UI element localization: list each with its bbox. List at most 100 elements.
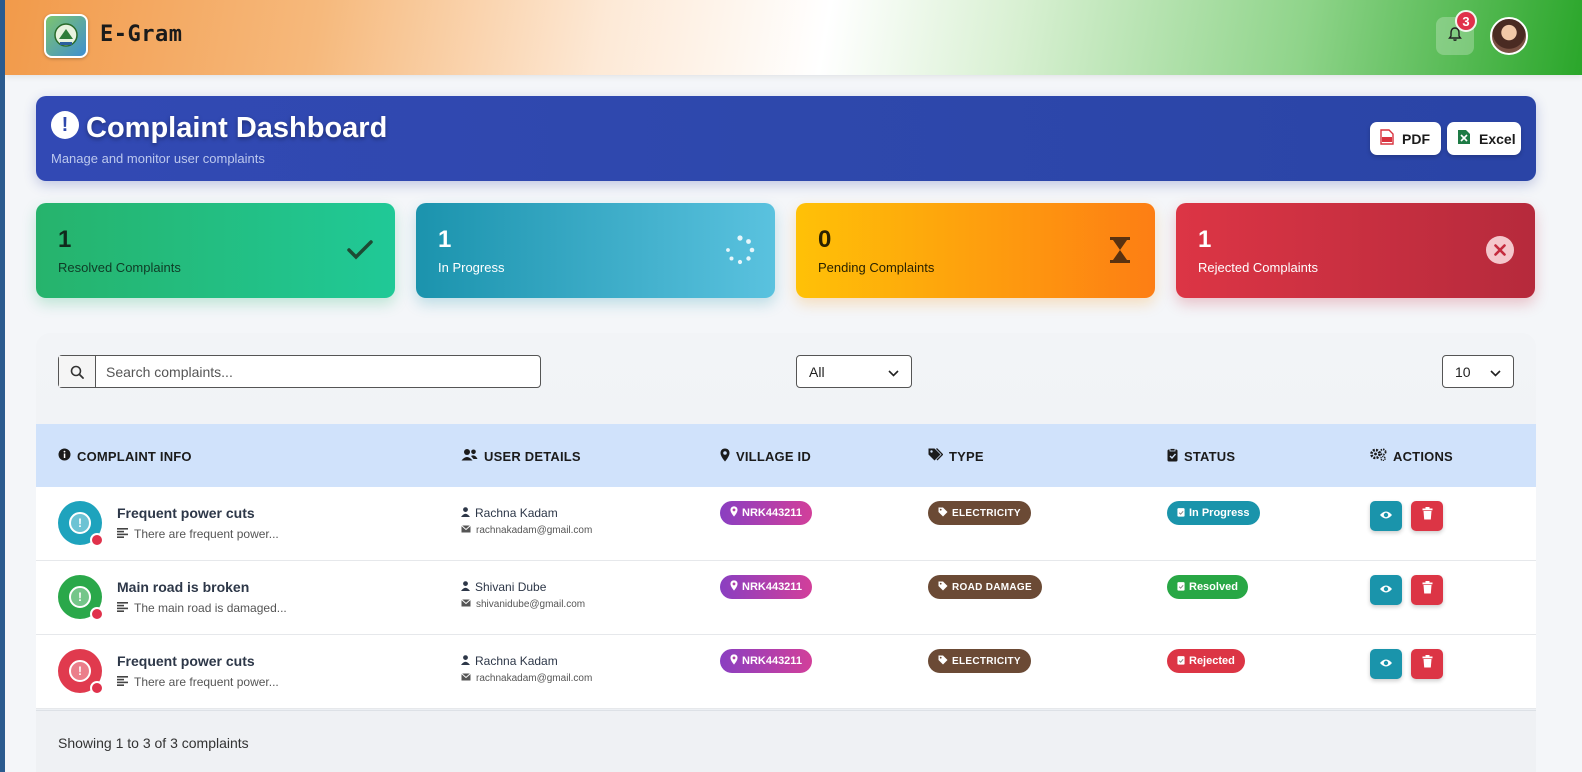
- user-avatar[interactable]: [1490, 17, 1528, 55]
- stat-card-resolved: 1 Resolved Complaints: [36, 203, 395, 298]
- map-marker-icon: [720, 448, 730, 465]
- type-text: ROAD DAMAGE: [952, 581, 1032, 593]
- unread-dot: [90, 607, 104, 621]
- eye-icon: [1379, 655, 1393, 673]
- export-excel-button[interactable]: Excel: [1447, 122, 1521, 155]
- delete-complaint-button[interactable]: [1411, 575, 1443, 605]
- exclamation-icon: !: [69, 660, 91, 682]
- delete-complaint-button[interactable]: [1411, 649, 1443, 679]
- delete-complaint-button[interactable]: [1411, 501, 1443, 531]
- export-pdf-button[interactable]: PDF: [1370, 122, 1441, 155]
- status-badge: Resolved: [1167, 575, 1248, 599]
- village-id-badge: NRK443211: [720, 501, 812, 525]
- status-badge: Rejected: [1167, 649, 1245, 673]
- egram-logo[interactable]: [44, 14, 88, 58]
- page-title: Complaint Dashboard: [86, 112, 388, 144]
- complaint-description: There are frequent power...: [117, 675, 279, 689]
- type-badge: ROAD DAMAGE: [928, 575, 1042, 599]
- trash-icon: [1422, 655, 1433, 673]
- stat-value: 1: [438, 226, 452, 253]
- status-filter-value: All: [809, 363, 825, 380]
- clipboard-check-icon: [1177, 581, 1185, 594]
- check-icon: [345, 235, 375, 265]
- notification-count-badge: 3: [1455, 10, 1477, 32]
- column-header-label: VILLAGE ID: [736, 449, 811, 464]
- map-marker-icon: [730, 654, 738, 668]
- chevron-down-icon: [888, 364, 899, 380]
- user-email: rachnakadam@gmail.com: [461, 673, 592, 684]
- user-icon: [461, 654, 470, 668]
- clipboard-check-icon: [1167, 448, 1178, 465]
- column-header-actions[interactable]: ACTIONS: [1370, 448, 1453, 464]
- village-id-text: NRK443211: [742, 581, 802, 593]
- column-header-user-details[interactable]: USER DETAILS: [461, 448, 581, 464]
- status-badge: In Progress: [1167, 501, 1260, 525]
- complaint-title[interactable]: Frequent power cuts: [117, 505, 255, 521]
- view-complaint-button[interactable]: [1370, 501, 1402, 531]
- envelope-icon: [461, 525, 471, 536]
- column-header-label: STATUS: [1184, 449, 1236, 464]
- type-text: ELECTRICITY: [952, 507, 1021, 519]
- per-page-select[interactable]: 10: [1442, 355, 1514, 388]
- users-icon: [461, 448, 478, 464]
- tag-icon: [938, 655, 948, 668]
- complaints-panel: All 10 COMPLAINT INFO USER DETAILS VILLA…: [36, 333, 1536, 772]
- complaint-title[interactable]: Frequent power cuts: [117, 653, 255, 669]
- stat-card-rejected: 1 Rejected Complaints: [1176, 203, 1535, 298]
- stat-value: 1: [1198, 226, 1212, 253]
- align-left-icon: [117, 601, 128, 615]
- search-input[interactable]: [96, 356, 540, 387]
- table-row[interactable]: ! Frequent power cuts There are frequent…: [36, 487, 1536, 561]
- page-subtitle: Manage and monitor user complaints: [51, 151, 265, 166]
- unread-dot: [90, 681, 104, 695]
- status-filter-select[interactable]: All: [796, 355, 912, 388]
- village-id-badge: NRK443211: [720, 649, 812, 673]
- column-header-label: USER DETAILS: [484, 448, 581, 464]
- view-complaint-button[interactable]: [1370, 649, 1402, 679]
- user-email-text: shivanidube@gmail.com: [476, 599, 586, 610]
- type-badge: ELECTRICITY: [928, 501, 1031, 525]
- map-marker-icon: [730, 580, 738, 594]
- table-row[interactable]: ! Main road is broken The main road is d…: [36, 561, 1536, 635]
- table-footer: Showing 1 to 3 of 3 complaints: [36, 710, 1536, 772]
- column-header-status[interactable]: STATUS: [1167, 448, 1235, 465]
- table-row[interactable]: ! Frequent power cuts There are frequent…: [36, 635, 1536, 709]
- column-header-village-id[interactable]: VILLAGE ID: [720, 448, 811, 465]
- stat-value: 0: [818, 226, 832, 253]
- brand-name[interactable]: E-Gram: [100, 22, 182, 47]
- unread-dot: [90, 533, 104, 547]
- complaint-avatar: !: [58, 649, 104, 695]
- clipboard-check-icon: [1177, 655, 1185, 668]
- complaint-description-text: The main road is damaged...: [134, 601, 287, 615]
- exclamation-icon: !: [69, 586, 91, 608]
- complaint-title[interactable]: Main road is broken: [117, 579, 249, 595]
- column-header-type[interactable]: TYPE: [928, 448, 984, 464]
- map-marker-icon: [730, 506, 738, 520]
- search-box: [58, 355, 541, 388]
- column-header-label: TYPE: [949, 448, 984, 464]
- user-name: Shivani Dube: [461, 580, 546, 594]
- envelope-icon: [461, 673, 471, 684]
- stat-label: Resolved Complaints: [58, 260, 181, 275]
- complaint-avatar: !: [58, 575, 104, 621]
- user-name-text: Rachna Kadam: [475, 654, 558, 668]
- user-icon: [461, 506, 470, 520]
- complaint-description: There are frequent power...: [117, 527, 279, 541]
- village-id-text: NRK443211: [742, 655, 802, 667]
- stat-label: In Progress: [438, 260, 505, 275]
- status-text: Rejected: [1189, 655, 1235, 667]
- stat-label: Pending Complaints: [818, 260, 935, 275]
- user-email-text: rachnakadam@gmail.com: [476, 525, 593, 536]
- align-left-icon: [117, 675, 128, 689]
- view-complaint-button[interactable]: [1370, 575, 1402, 605]
- user-icon: [461, 580, 470, 594]
- user-email: shivanidube@gmail.com: [461, 599, 585, 610]
- user-email-text: rachnakadam@gmail.com: [476, 673, 593, 684]
- eye-icon: [1379, 581, 1393, 599]
- trash-icon: [1422, 507, 1433, 525]
- dashboard-hero: ! Complaint Dashboard Manage and monitor…: [36, 96, 1536, 181]
- column-header-complaint-info[interactable]: COMPLAINT INFO: [58, 448, 192, 464]
- column-header-label: COMPLAINT INFO: [77, 448, 192, 464]
- hourglass-icon: [1105, 235, 1135, 265]
- user-name-text: Shivani Dube: [475, 580, 547, 594]
